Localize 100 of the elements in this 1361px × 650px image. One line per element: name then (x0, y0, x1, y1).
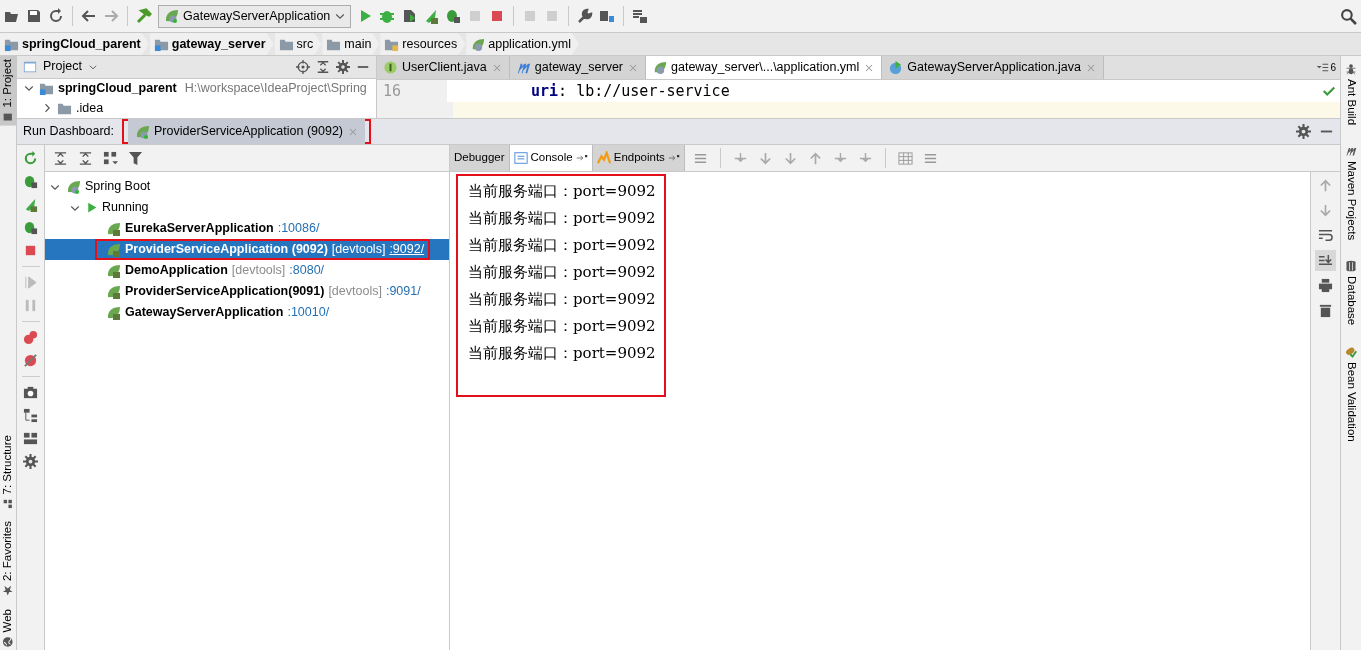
port-link[interactable]: :8080/ (289, 261, 325, 280)
console-tab[interactable]: Debugger (450, 145, 510, 171)
chart-icon (596, 151, 611, 165)
editor-tab[interactable]: gateway_server (509, 56, 646, 79)
settings-icon[interactable] (336, 59, 350, 74)
group-icon[interactable] (103, 150, 118, 166)
tool-window-tab[interactable]: Ant Build (1342, 60, 1360, 129)
rocket-icon[interactable] (23, 197, 38, 212)
run-configuration-dropdown[interactable]: GatewayServerApplication (158, 4, 352, 28)
coverage-icon[interactable] (401, 8, 418, 24)
tree-view-icon[interactable] (23, 408, 38, 423)
app-name: ProviderServiceApplication (9092) (125, 241, 328, 259)
database-icon (1345, 260, 1357, 273)
star-icon (2, 585, 14, 597)
hammer-icon[interactable] (136, 8, 152, 24)
rerun-icon[interactable] (23, 151, 38, 166)
app-icon (105, 283, 121, 300)
tool-window-tab[interactable]: Bean Validation (1342, 342, 1360, 445)
tree-item[interactable]: Running (45, 197, 449, 218)
layout-icon[interactable] (23, 431, 38, 446)
tree-item[interactable]: DemoApplication [devtools] :8080/ (45, 260, 449, 281)
settings-icon[interactable] (23, 454, 38, 469)
list-icon (1316, 61, 1330, 74)
tree-item[interactable]: GatewayServerApplication :10010/ (45, 302, 449, 323)
console-line: 当前服务端口：port=9092 (468, 235, 656, 256)
task-icon[interactable] (632, 8, 649, 24)
panel-title: Run Dashboard: (23, 123, 115, 141)
port-link[interactable]: :9091/ (385, 282, 421, 301)
run-tab[interactable]: ProviderServiceApplication (9092) (128, 119, 365, 144)
print-icon[interactable] (1318, 278, 1333, 293)
app-name: ProviderServiceApplication(9091) (125, 283, 325, 301)
bug-icon[interactable] (23, 220, 38, 235)
console-line: 当前服务端口：port=9092 (468, 343, 656, 364)
port-link[interactable]: :9092/ (389, 240, 425, 259)
tree-item[interactable]: Spring Boot (45, 176, 449, 197)
back-arrow-icon[interactable] (81, 8, 97, 24)
leaf-icon (163, 8, 179, 24)
tree-item[interactable]: springCloud_parent H:\workspace\IdeaProject\Spring (17, 78, 376, 99)
filter-icon[interactable] (128, 150, 143, 166)
save-icon[interactable] (26, 8, 42, 24)
project-structure-icon[interactable] (599, 8, 616, 24)
app-name: DemoApplication (125, 262, 228, 280)
tag-label: [devtools] (331, 241, 386, 259)
leaf-icon (652, 60, 667, 75)
breadcrumb[interactable]: application.yml (466, 33, 579, 55)
class-icon (888, 60, 904, 75)
mute-breakpoints-icon[interactable] (23, 353, 38, 368)
line-number: 16 (377, 80, 447, 102)
tool-window-tab[interactable]: 1: Project (0, 56, 17, 126)
console-tab[interactable]: Console (509, 145, 593, 171)
project-icon (23, 59, 37, 74)
settings-icon[interactable] (1296, 124, 1311, 139)
console-line: 当前服务端口：port=9092 (468, 262, 656, 283)
camera-icon[interactable] (23, 385, 38, 400)
editor-tab[interactable]: UserClient.java (377, 56, 510, 79)
breadcrumb[interactable]: springCloud_parent (0, 33, 149, 55)
tool-window-tab[interactable]: Web (0, 605, 17, 650)
bug-icon[interactable] (445, 8, 462, 24)
console-icon (513, 151, 528, 165)
tree-item[interactable]: EurekaServerApplication :10086/ (45, 218, 449, 239)
breadcrumb[interactable]: main (322, 33, 380, 55)
stop-icon[interactable] (23, 243, 38, 258)
editor-tab[interactable]: gateway_server\...\application.yml (646, 56, 883, 79)
breadcrumb[interactable]: src (274, 33, 322, 55)
search-icon[interactable] (1340, 7, 1357, 25)
interface-icon (383, 60, 398, 75)
rocket-icon[interactable] (423, 8, 440, 24)
collapse-icon[interactable] (316, 59, 330, 74)
trash-icon[interactable] (1318, 303, 1333, 318)
app-icon (105, 241, 121, 258)
tool-window-tab[interactable]: Database (1342, 257, 1360, 329)
wrench-icon[interactable] (577, 8, 594, 24)
locate-icon[interactable] (296, 59, 310, 74)
hidden-tabs-button[interactable]: 6 (1316, 56, 1340, 79)
scroll-to-end-icon[interactable] (1318, 253, 1333, 268)
tool-window-tab[interactable]: Maven Projects (1342, 142, 1360, 244)
app-icon (105, 304, 121, 321)
collapse-all-icon[interactable] (78, 150, 93, 166)
leaf-icon (470, 36, 486, 52)
bug-icon[interactable] (23, 174, 38, 189)
breakpoints-icon[interactable] (23, 330, 38, 345)
port-link[interactable]: :10086/ (277, 219, 320, 238)
bean-icon (1345, 345, 1357, 358)
code-line: uri: lb://user-service (530, 80, 730, 102)
panel-title[interactable]: Project (43, 57, 82, 77)
app-icon (105, 262, 121, 279)
tool-window-tab[interactable]: 7: Structure (0, 432, 17, 513)
tree-item[interactable]: ProviderServiceApplication(9091) [devtools] :9091/ (45, 281, 449, 302)
console-tab[interactable]: Endpoints (592, 145, 685, 171)
sync-icon[interactable] (48, 8, 64, 24)
breadcrumb[interactable]: gateway_server (149, 33, 274, 55)
console-line: 当前服务端口：port=9092 (468, 208, 656, 229)
leaf-icon (134, 123, 151, 140)
tool-window-tab[interactable]: 2: Favorites (0, 518, 17, 600)
port-link[interactable]: :10010/ (287, 303, 330, 322)
soft-wrap-icon[interactable] (1318, 228, 1333, 243)
editor-tab[interactable]: GatewayServerApplication.java (882, 56, 1104, 79)
breadcrumb[interactable]: resources (380, 33, 466, 55)
tree-item[interactable]: ProviderServiceApplication (9092) [devtools] :9092/ (45, 239, 449, 260)
expand-all-icon[interactable] (53, 150, 68, 166)
